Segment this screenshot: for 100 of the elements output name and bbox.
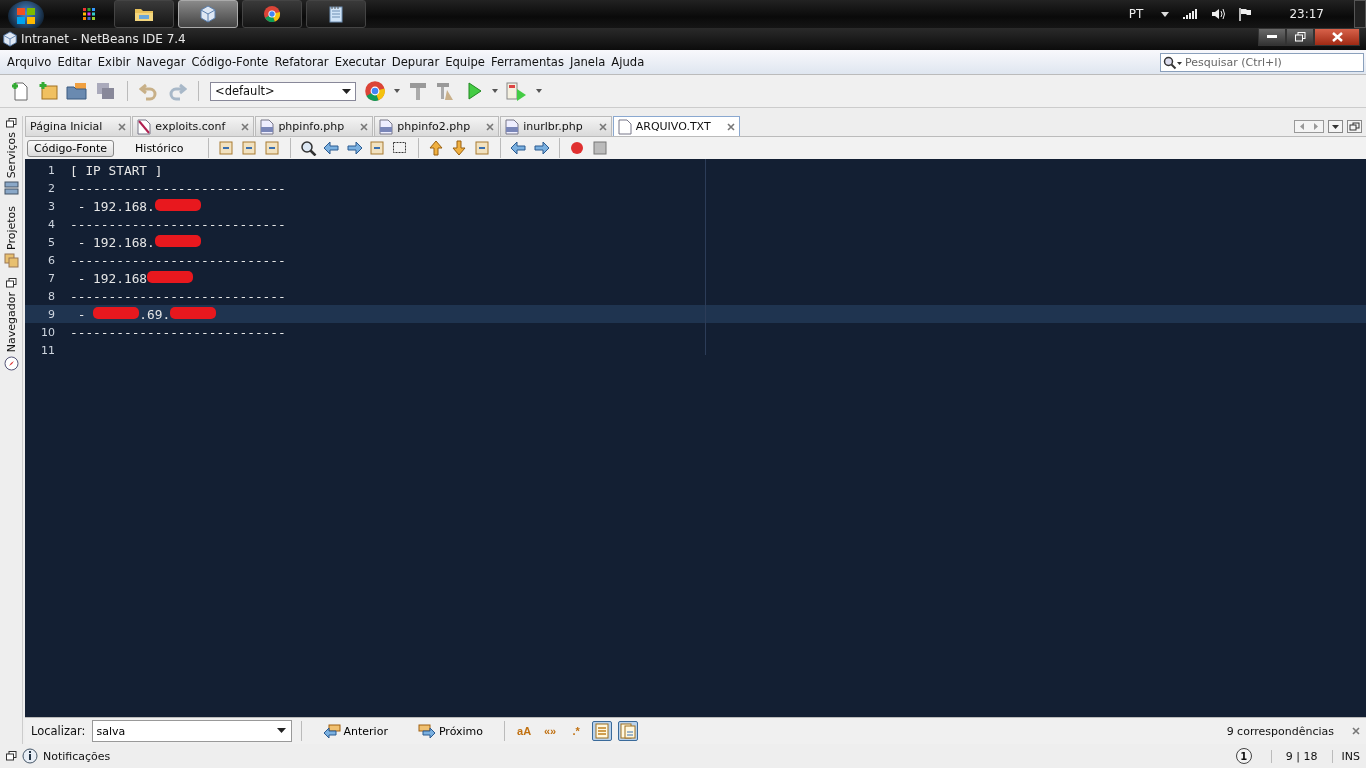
menu-item[interactable]: Ferramentas — [487, 55, 567, 69]
caret-icon[interactable] — [1161, 11, 1170, 17]
line-number: 1 — [47, 163, 56, 177]
close-icon[interactable] — [486, 122, 495, 131]
notifications-label[interactable]: Notificações — [43, 749, 111, 763]
app-cube-icon — [2, 31, 18, 47]
close-icon[interactable] — [118, 122, 127, 131]
code-text: ---------------------------- — [70, 288, 286, 304]
php-file-icon — [505, 118, 520, 135]
caret-icon[interactable] — [394, 89, 400, 93]
arrow-down-icon[interactable] — [450, 140, 468, 156]
window-icon[interactable] — [6, 751, 17, 761]
menu-item[interactable]: Código-Fonte — [188, 55, 272, 69]
taskbar-button[interactable] — [306, 0, 366, 28]
window-icon[interactable] — [5, 278, 17, 289]
menu-item[interactable]: Refatorar — [271, 55, 332, 69]
close-button[interactable] — [1314, 28, 1360, 46]
minimize-button[interactable] — [1258, 28, 1286, 46]
open-folder-icon[interactable] — [66, 81, 88, 101]
configuration-dropdown[interactable]: <default> — [210, 81, 356, 101]
taskbar-button[interactable] — [114, 0, 174, 28]
code-text: - 192.168. — [76, 234, 155, 250]
taskbar-button[interactable] — [178, 0, 238, 28]
volume-icon[interactable] — [1211, 8, 1226, 20]
stop-icon[interactable] — [591, 140, 609, 156]
close-icon — [1331, 32, 1343, 42]
search-option-toggle[interactable] — [592, 721, 613, 741]
side-panel-tab[interactable]: Projetos — [3, 206, 19, 275]
arrow-left-icon[interactable] — [322, 140, 340, 156]
line-number: 6 — [47, 253, 56, 267]
close-icon[interactable] — [598, 122, 607, 131]
close-icon[interactable] — [241, 122, 250, 131]
menu-item[interactable]: Executar — [331, 55, 389, 69]
code-text: ---------------------------- — [70, 324, 286, 340]
taskbar-button[interactable] — [242, 0, 302, 28]
search-icon[interactable] — [299, 140, 317, 156]
language-indicator[interactable]: PT — [1128, 7, 1144, 21]
browser-icon — [263, 5, 281, 23]
menu-item[interactable]: Ajuda — [608, 55, 648, 69]
code-text: - — [76, 306, 87, 322]
new-project-icon[interactable] — [38, 81, 58, 101]
caret-icon[interactable] — [536, 89, 542, 93]
search-option-toggle[interactable] — [618, 721, 639, 741]
code-text: .69. — [139, 306, 171, 322]
side-panel-tab[interactable]: Serviços — [3, 132, 19, 203]
minimize-icon — [1267, 35, 1277, 39]
redaction-mark — [154, 198, 201, 211]
line-number: 2 — [47, 181, 56, 195]
window-icon[interactable] — [1347, 119, 1362, 133]
php-file-icon — [379, 118, 394, 135]
find-field[interactable]: salva — [91, 720, 292, 742]
match-count: 9 correspondências — [1226, 724, 1334, 738]
browser-icon[interactable] — [364, 80, 386, 102]
menu-item[interactable]: Editar — [54, 55, 95, 69]
debug-run-icon[interactable] — [506, 81, 528, 101]
window-icon[interactable] — [5, 118, 17, 128]
folder-icon — [134, 6, 154, 22]
save-all-icon[interactable] — [96, 81, 116, 101]
close-icon[interactable] — [360, 122, 369, 131]
editor-tab[interactable]: phpinfo.php — [255, 116, 374, 136]
side-panel-tab[interactable]: Navegador — [3, 292, 19, 377]
editor-tab[interactable]: phpinfo2.php — [374, 116, 500, 136]
selection-icon[interactable] — [391, 140, 409, 156]
menu-item[interactable]: Equipe — [442, 55, 488, 69]
previous-button[interactable]: Anterior — [310, 722, 400, 740]
caret-icon[interactable] — [492, 89, 498, 93]
editor-tab[interactable]: inurlbr.php — [500, 116, 612, 136]
flag-icon[interactable] — [1239, 7, 1252, 21]
search-field[interactable]: Pesquisar (Ctrl+I) — [1160, 52, 1364, 72]
arrow-up-icon[interactable] — [427, 140, 445, 156]
record-icon[interactable] — [568, 140, 586, 156]
arrow-right-icon[interactable] — [345, 140, 363, 156]
editor-tab[interactable]: ARQUIVO.TXT — [612, 116, 740, 136]
search-icon[interactable] — [1163, 55, 1183, 70]
info-icon — [22, 748, 38, 764]
dropdown-icon[interactable] — [1328, 119, 1343, 133]
clock[interactable]: 23:17 — [1289, 7, 1324, 21]
next-button[interactable]: Próximo — [405, 722, 496, 740]
find-label: Localizar: — [31, 724, 86, 738]
start-button[interactable] — [8, 1, 44, 31]
shift-left-icon[interactable] — [509, 140, 527, 156]
editor-tab[interactable]: exploits.conf — [132, 116, 255, 136]
editor-tab[interactable]: Página Inicial — [25, 116, 132, 136]
menu-item[interactable]: Arquivo — [4, 55, 55, 69]
signal-icon[interactable] — [1183, 9, 1198, 19]
shift-right-icon[interactable] — [532, 140, 550, 156]
menu-item[interactable]: Depurar — [388, 55, 443, 69]
menu-item[interactable]: Exibir — [94, 55, 134, 69]
notification-badge[interactable]: 1 — [1235, 748, 1252, 764]
new-file-icon[interactable] — [10, 81, 30, 101]
restore-button[interactable] — [1286, 28, 1314, 46]
close-icon[interactable] — [726, 122, 735, 131]
menu-item[interactable]: Navegar — [133, 55, 189, 69]
line-number: 5 — [47, 235, 56, 249]
windows-logo-icon — [15, 5, 37, 27]
menu-item[interactable]: Janela — [567, 55, 609, 69]
folders-icon — [3, 253, 19, 269]
view-tab[interactable]: Código-Fonte — [27, 139, 115, 157]
close-icon[interactable] — [1352, 727, 1360, 735]
view-tab[interactable]: Histórico — [128, 139, 191, 157]
